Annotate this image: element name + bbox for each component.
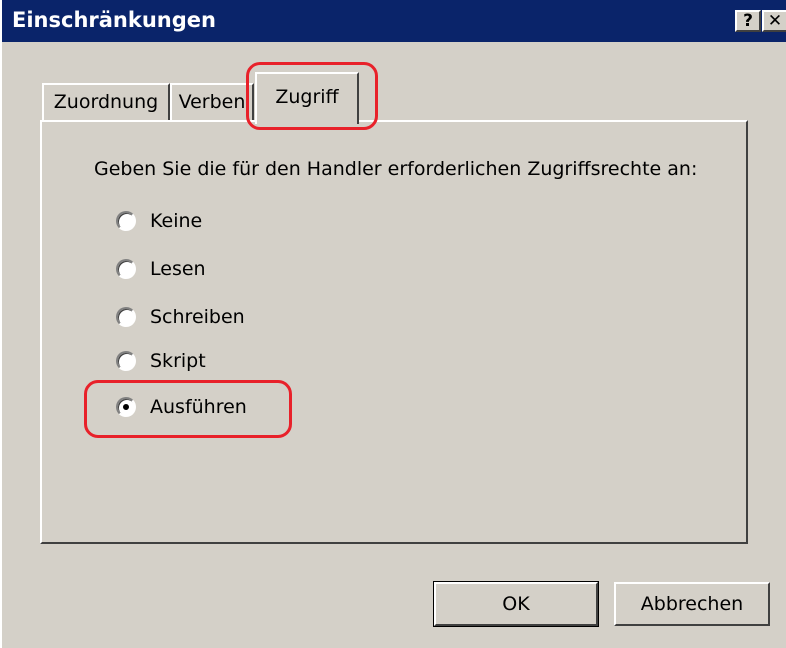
tab-zugriff[interactable]: Zugriff <box>255 72 359 124</box>
radio-label: Ausführen <box>150 396 247 418</box>
help-button[interactable]: ? <box>735 10 761 32</box>
radio-button[interactable] <box>116 307 136 327</box>
dialog-window: Einschränkungen ? ✕ Zuordnung Verben Zug… <box>0 0 786 648</box>
close-button[interactable]: ✕ <box>762 10 786 32</box>
tab-verben[interactable]: Verben <box>170 83 254 121</box>
radio-label: Keine <box>150 210 203 232</box>
tab-zuordnung[interactable]: Zuordnung <box>42 83 170 121</box>
tab-panel-zugriff: Geben Sie die für den Handler erforderli… <box>40 120 748 544</box>
radio-button[interactable] <box>116 259 136 279</box>
radio-button[interactable] <box>116 351 136 371</box>
radio-label: Skript <box>150 350 206 372</box>
radio-button[interactable] <box>116 211 136 231</box>
ok-button[interactable]: OK <box>433 581 599 627</box>
instruction-text: Geben Sie die für den Handler erforderli… <box>94 158 698 180</box>
radio-label: Schreiben <box>150 306 245 328</box>
title-bar[interactable]: Einschränkungen ? ✕ <box>2 0 786 42</box>
tab-label: Zugriff <box>275 86 339 108</box>
tab-label: Zuordnung <box>53 91 159 113</box>
cancel-button[interactable]: Abbrechen <box>614 582 770 626</box>
radio-dot-icon <box>123 404 129 410</box>
tab-label: Verben <box>178 91 246 113</box>
radio-label: Lesen <box>150 258 206 280</box>
radio-button-selected[interactable] <box>116 397 136 417</box>
window-title: Einschränkungen <box>12 8 216 32</box>
